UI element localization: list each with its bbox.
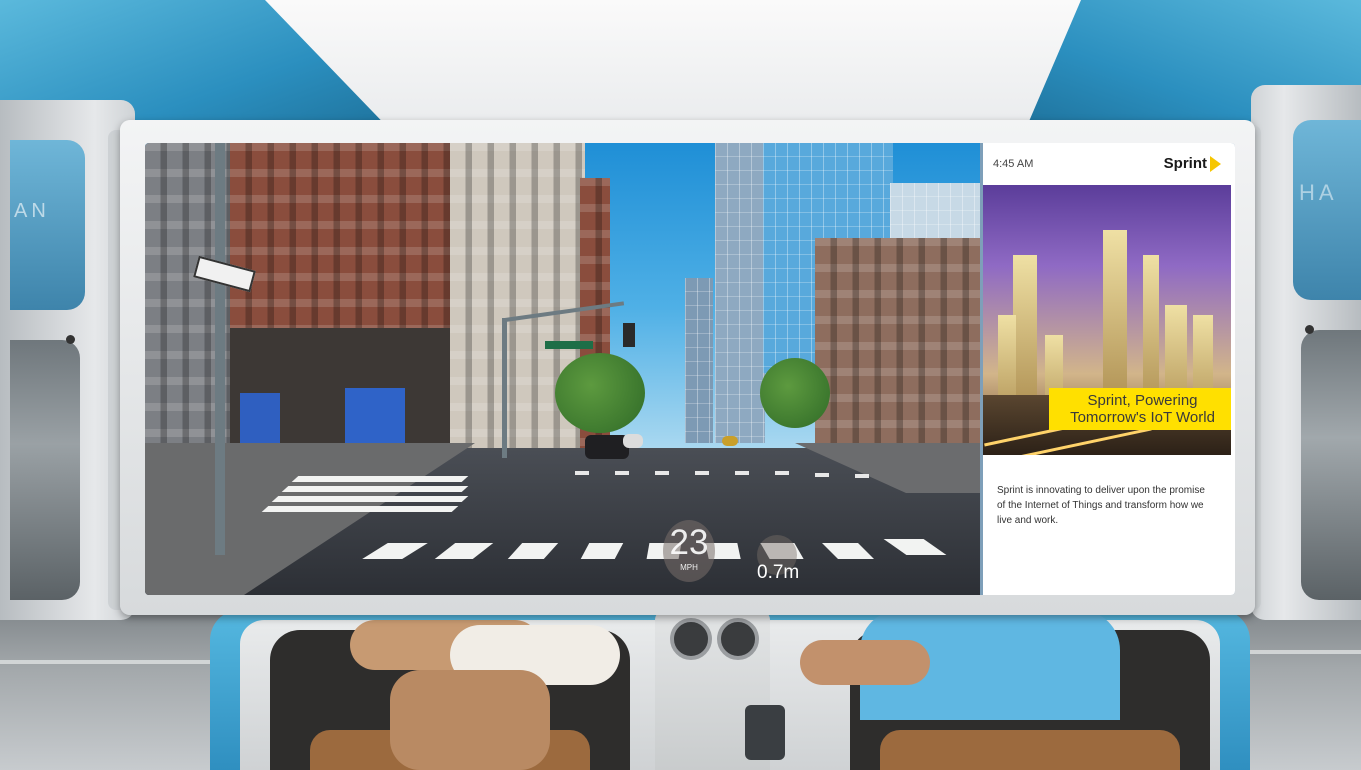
floor-stripe [0, 660, 220, 664]
lane-marking [775, 471, 789, 475]
left-side-window: AN [10, 140, 85, 310]
brand-name: Sprint [1163, 155, 1207, 172]
tower [715, 143, 765, 443]
distant-car [623, 434, 643, 448]
traffic-pole [502, 318, 507, 458]
ad-body-text: Sprint is innovating to deliver upon the… [997, 485, 1205, 526]
lane-marking [855, 474, 869, 478]
right-window-lettering: HA [1299, 180, 1338, 205]
store-window [345, 388, 405, 443]
lane-marking [575, 471, 589, 475]
door-bolt [66, 335, 75, 344]
lane-marking [815, 473, 829, 477]
crosswalk-stripe [271, 496, 469, 502]
sprint-logo: Sprint [1163, 155, 1221, 173]
travel-mug [745, 705, 785, 760]
lane-marking [655, 471, 669, 475]
ad-headline: Sprint, Powering Tomorrow's IoT World [1049, 388, 1231, 430]
speed-value: 23 [669, 523, 709, 562]
right-lower-window [1301, 330, 1361, 600]
store-window [240, 393, 280, 443]
ar-window-display: 23 MPH 0.7m 4:45 AM Sprint Sprint, Power… [145, 143, 1235, 595]
left-window-lettering: AN [14, 200, 50, 222]
headline-line-2: Tomorrow's IoT World [1070, 409, 1215, 426]
lane-marking [615, 471, 629, 475]
door-bolt [1305, 325, 1314, 334]
street-camera-view: 23 MPH 0.7m [145, 143, 980, 595]
distant-tower [685, 278, 713, 443]
crosswalk-stripe [261, 506, 459, 512]
street-tree [555, 353, 645, 433]
passenger-hand [800, 640, 930, 685]
seat-cushion [880, 730, 1180, 770]
passenger-legs [390, 670, 550, 770]
left-lower-window [10, 340, 80, 600]
distance-value: 0.7m [757, 562, 800, 583]
distant-bus [722, 436, 738, 446]
lane-marking [695, 471, 709, 475]
street-pole [215, 143, 225, 555]
building-brick-right [815, 238, 980, 458]
ad-header: 4:45 AM Sprint [983, 143, 1235, 185]
city-skyline-image: Sprint, Powering Tomorrow's IoT World [983, 185, 1231, 455]
crosswalk-stripe [291, 476, 469, 482]
cup-holder [670, 618, 712, 660]
street-tree [760, 358, 830, 428]
speed-unit: MPH [680, 563, 698, 572]
lane-marking [735, 471, 749, 475]
cup-holder [717, 618, 759, 660]
right-side-window: HA [1293, 120, 1361, 300]
traffic-light [623, 323, 635, 347]
street-sign [545, 341, 593, 349]
sprint-chevron-icon [1210, 156, 1221, 173]
crosswalk-stripe [281, 486, 469, 492]
headline-line-1: Sprint, Powering [1087, 392, 1198, 409]
clock: 4:45 AM [993, 158, 1034, 170]
vehicle-interior-scene: AN HA 23 MPH 0.7m 4:45 AM Sprint Sprint,… [0, 0, 1361, 770]
sprint-ad-panel[interactable]: 4:45 AM Sprint Sprint, Powering Tomorrow… [983, 143, 1235, 595]
speed-indicator: 23 MPH [663, 520, 715, 582]
passenger-cabin [210, 610, 1250, 770]
